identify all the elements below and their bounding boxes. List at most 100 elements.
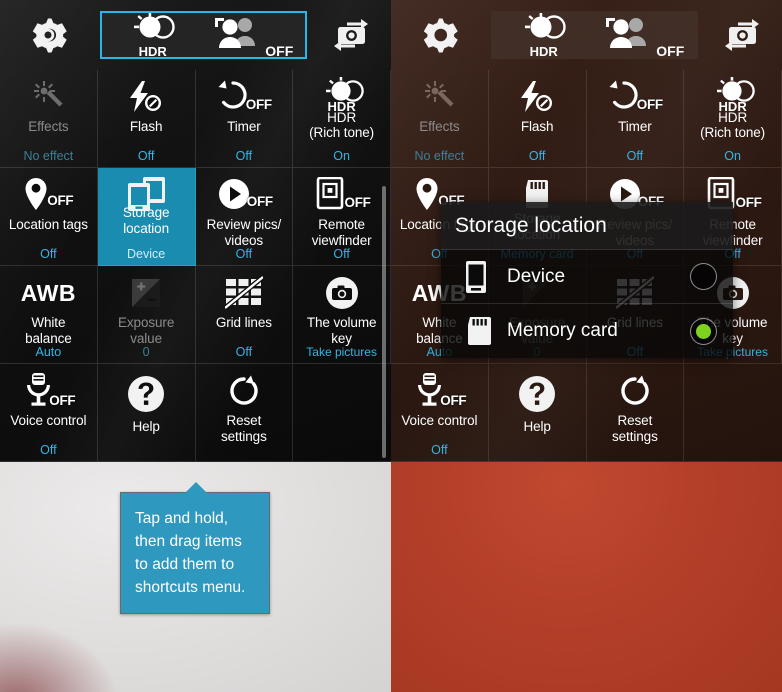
tile-effects[interactable]: Effects No effect (391, 70, 489, 168)
tile-voice-control-value: Off (40, 443, 57, 457)
tile-hdr-label: HDR (Rich tone) (700, 110, 766, 140)
reset-refresh-icon (618, 370, 652, 412)
dialog-option-device-label: Device (507, 265, 566, 287)
storage-device-icon (124, 174, 168, 214)
tile-volume-key-label: The volume key (306, 315, 377, 346)
camera-shutter-icon (324, 272, 360, 314)
tile-volume-key[interactable]: The volume key Take pictures (293, 266, 391, 364)
dialog-option-device[interactable]: Device (441, 250, 733, 304)
shortcut-bar[interactable]: HDR OFF (491, 11, 698, 59)
timer-icon: OFF (216, 76, 272, 118)
phone-device-icon (463, 260, 507, 294)
switch-camera-icon (725, 19, 759, 51)
switch-camera-button[interactable] (702, 16, 782, 54)
tile-flash-label: Flash (520, 119, 554, 134)
storage-location-dialog: Storage location Device Memory card (441, 202, 733, 358)
shortcut-shot-mode[interactable]: OFF (595, 13, 697, 59)
shortcut-shot-mode-label: OFF (265, 43, 294, 59)
tile-effects-value: No effect (23, 149, 74, 163)
tile-help-label: Help (523, 419, 551, 434)
tile-effects-label: Effects (419, 119, 460, 134)
shortcut-shot-mode-label: OFF (656, 43, 685, 59)
dialog-option-memory-card-label: Memory card (507, 320, 618, 341)
tile-voice-control-label: Voice control (10, 413, 87, 428)
tile-effects[interactable]: Effects No effect (0, 70, 98, 168)
flash-off-icon (126, 76, 166, 118)
tile-white-balance-label: White balance (25, 315, 72, 346)
top-bar-right: HDR OFF (391, 0, 782, 70)
shortcut-bar[interactable]: HDR OFF (100, 11, 307, 59)
grid-row: OFF Voice control Off Help Reset setting… (391, 364, 782, 462)
tile-flash[interactable]: Flash Off (97, 70, 196, 168)
tile-white-balance[interactable]: AWB White balance Auto (0, 266, 98, 364)
tile-flash-value: Off (137, 149, 155, 163)
dual-screenshot: HDR OFF Effects No effect Flash Off OFF … (0, 0, 782, 692)
effects-magic-wand-icon (31, 76, 65, 118)
camera-preview-right (391, 462, 782, 692)
tile-storage-location-value: Device (127, 247, 166, 261)
radio-memory-card[interactable] (690, 317, 717, 345)
tile-remote-viewfinder[interactable]: OFF Remote viewfinder Off (293, 168, 391, 266)
tile-help[interactable]: Help (97, 364, 196, 462)
tile-effects-label: Effects (28, 119, 69, 134)
reset-refresh-icon (227, 370, 261, 412)
hdr-badge-label: HDR (718, 99, 747, 114)
tooltip-arrow (185, 482, 207, 493)
hdr-icon: HDR (702, 76, 764, 114)
shortcuts-hint-tooltip: Tap and hold, then drag items to add the… (120, 482, 270, 614)
grid-row: OFF Voice control Off Help Reset setting… (0, 364, 391, 462)
tile-review-pics-value: Off (235, 247, 253, 261)
voice-control-mic-icon: OFF (410, 370, 468, 412)
dialog-option-memory-card[interactable]: Memory card (441, 304, 733, 358)
tile-timer-label: Timer (227, 119, 261, 134)
settings-button[interactable] (391, 14, 487, 56)
switch-camera-button[interactable] (311, 16, 391, 54)
shortcut-hdr[interactable]: HDR (102, 13, 204, 59)
tile-help[interactable]: Help (488, 364, 587, 462)
left-panel: HDR OFF Effects No effect Flash Off OFF … (0, 0, 391, 692)
tile-flash-label: Flash (129, 119, 163, 134)
tile-timer[interactable]: OFF Timer Off (586, 70, 685, 168)
flash-off-icon (517, 76, 557, 118)
tile-review-pics[interactable]: OFF Review pics/ videos Off (195, 168, 294, 266)
shortcut-shot-mode[interactable]: OFF (204, 13, 306, 59)
tile-effects-value: No effect (414, 149, 465, 163)
tile-reset-settings-label: Reset settings (612, 413, 658, 444)
tile-grid-lines[interactable]: Grid lines Off (195, 266, 294, 364)
timer-icon: OFF (607, 76, 663, 118)
tile-location-tags[interactable]: OFF Location tags Off (0, 168, 98, 266)
tile-timer-value: Off (235, 149, 253, 163)
tile-reset-settings-label: Reset settings (221, 413, 267, 444)
tile-storage-location[interactable]: Storage location Device (97, 168, 196, 266)
help-question-icon (126, 370, 166, 418)
radio-device[interactable] (690, 263, 717, 290)
shortcut-hdr-label: HDR (529, 44, 558, 59)
location-pin-icon: OFF (19, 174, 77, 216)
voice-control-mic-icon: OFF (19, 370, 77, 412)
tile-exposure-value[interactable]: Exposure value 0 (97, 266, 196, 364)
tile-hdr-value: On (724, 149, 741, 163)
grid-row: Effects No effect Flash Off OFF Timer Of… (0, 70, 391, 168)
gear-icon (32, 18, 67, 53)
tile-timer[interactable]: OFF Timer Off (195, 70, 294, 168)
tile-reset-settings[interactable]: Reset settings (195, 364, 294, 462)
voice-off-badge: OFF (440, 393, 467, 408)
tile-hdr[interactable]: HDR HDR (Rich tone) On (684, 70, 782, 168)
tile-flash-value: Off (528, 149, 546, 163)
tile-empty (684, 364, 782, 462)
help-question-icon (517, 370, 557, 418)
settings-scrollbar[interactable] (382, 186, 386, 458)
tile-location-tags-value: Off (40, 247, 57, 261)
voice-off-badge: OFF (49, 393, 76, 408)
grid-row: OFF Location tags Off (0, 168, 391, 266)
tile-hdr[interactable]: HDR HDR (Rich tone) On (293, 70, 391, 168)
dialog-title: Storage location (441, 202, 733, 250)
tile-reset-settings[interactable]: Reset settings (586, 364, 685, 462)
hdr-badge-label: HDR (327, 99, 356, 114)
tile-exposure-value-label: Exposure value (118, 315, 175, 346)
tile-flash[interactable]: Flash Off (488, 70, 587, 168)
settings-button[interactable] (0, 14, 96, 56)
tile-voice-control[interactable]: OFF Voice control Off (0, 364, 98, 462)
shortcut-hdr[interactable]: HDR (493, 13, 595, 59)
tile-voice-control[interactable]: OFF Voice control Off (391, 364, 489, 462)
